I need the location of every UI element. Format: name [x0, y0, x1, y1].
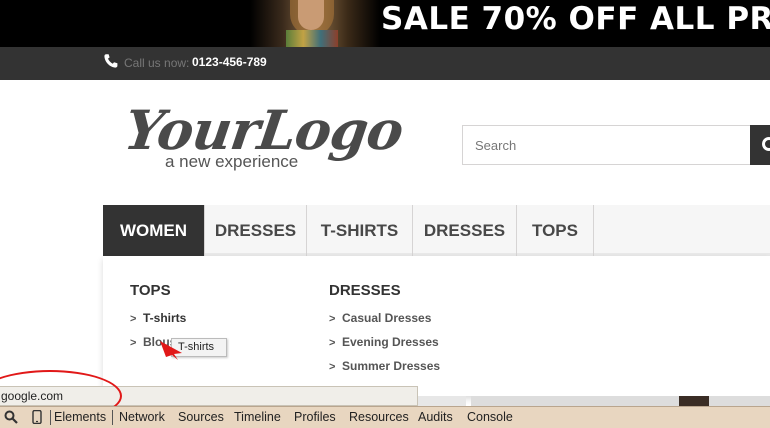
search-icon[interactable]: [4, 410, 18, 424]
call-number[interactable]: 0123-456-789: [192, 55, 267, 69]
menu-tab-tops[interactable]: TOPS: [517, 205, 594, 256]
chevron-right-icon: >: [329, 313, 336, 325]
submenu-item-evening-dresses[interactable]: > Evening Dresses: [329, 335, 439, 349]
search-icon: [762, 137, 770, 151]
banner-sale-text: SALE 70% OFF ALL PRODU: [381, 1, 770, 37]
chevron-right-icon: >: [130, 313, 137, 325]
menu-tab-women[interactable]: WOMEN: [103, 205, 205, 256]
devtools-tab-sources[interactable]: Sources: [178, 410, 224, 424]
chevron-right-icon: >: [130, 337, 137, 349]
devtools-tab-profiles[interactable]: Profiles: [294, 410, 336, 424]
devtools-tab-resources[interactable]: Resources: [349, 410, 409, 424]
toolbar-divider: [50, 410, 51, 425]
devtools-tab-elements[interactable]: Elements: [54, 410, 106, 424]
contact-bar: Call us now: 0123-456-789: [0, 47, 770, 80]
annotation-arrow-icon: [160, 341, 182, 360]
devtools-tab-console[interactable]: Console: [467, 410, 513, 424]
chevron-right-icon: >: [329, 337, 336, 349]
call-label: Call us now:: [124, 56, 190, 70]
sale-banner[interactable]: SALE 70% OFF ALL PRODU: [0, 0, 770, 47]
submenu-item-tshirts[interactable]: > T-shirts: [130, 311, 186, 325]
search-input[interactable]: [462, 125, 752, 165]
site-logo[interactable]: YourLogo a new experience: [121, 98, 407, 176]
tab-divider: [112, 410, 113, 425]
search-button[interactable]: [750, 125, 770, 165]
menu-tab-tshirts[interactable]: T-SHIRTS: [307, 205, 413, 256]
phone-icon: [104, 54, 118, 68]
devtools-tab-audits[interactable]: Audits: [418, 410, 453, 424]
logo-tagline: a new experience: [165, 152, 299, 171]
submenu-heading-tops[interactable]: TOPS: [130, 282, 171, 299]
submenu-item-casual-dresses[interactable]: > Casual Dresses: [329, 311, 431, 325]
banner-model-image: [250, 0, 380, 47]
main-menu: WOMEN DRESSES T-SHIRTS DRESSES TOPS: [103, 205, 770, 256]
devtools-tab-network[interactable]: Network: [119, 410, 165, 424]
mobile-device-icon[interactable]: [30, 410, 44, 424]
submenu-heading-dresses[interactable]: DRESSES: [329, 282, 401, 299]
chevron-right-icon: >: [329, 361, 336, 373]
women-submenu: [103, 256, 770, 396]
submenu-item-summer-dresses[interactable]: > Summer Dresses: [329, 359, 440, 373]
devtools-toolbar: Elements Network Sources Timeline Profil…: [0, 406, 770, 428]
menu-tab-dresses-2[interactable]: DRESSES: [413, 205, 517, 256]
devtools-tab-timeline[interactable]: Timeline: [234, 410, 281, 424]
page: SALE 70% OFF ALL PRODU Call us now: 0123…: [0, 0, 770, 428]
menu-tab-dresses[interactable]: DRESSES: [205, 205, 307, 256]
